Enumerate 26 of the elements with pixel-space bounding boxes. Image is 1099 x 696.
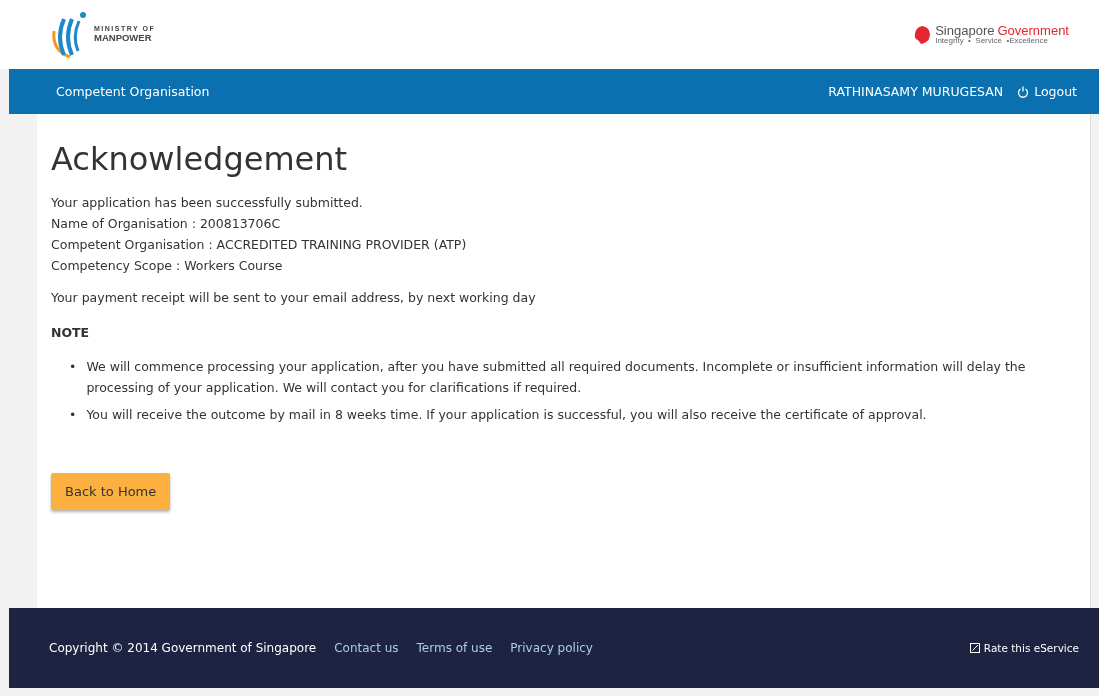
page-heading: Acknowledgement [51, 140, 349, 178]
gov-name: Singapore [935, 24, 995, 37]
gov-tagline: Integrity • Service •Excellence [935, 37, 1049, 45]
footer-link[interactable]: Contact us [334, 641, 399, 655]
user-name: RATHINASAMY MURUGESAN [828, 84, 1004, 99]
copyright-text: Copyright © 2014 Government of Singapore [49, 641, 317, 655]
note-item: You will receive the outcome by mail in 8 weeks time. If your application is successful, you will also receive the certificate of approval. [86, 406, 927, 424]
bullet: • [69, 358, 77, 376]
footer-link[interactable]: Terms of use [416, 641, 493, 655]
edit-icon [969, 643, 980, 653]
back-home-button[interactable]: Back to Home [51, 473, 171, 510]
logout-link[interactable]: Logout [1017, 84, 1077, 99]
detail-text: Competency Scope : Workers Course [51, 257, 284, 275]
logo-text: MANPOWER [94, 33, 153, 44]
app-title: Competent Organisation [56, 84, 210, 99]
detail-text: Competent Organisation : ACCREDITED TRAINING PROVIDER (ATP) [51, 236, 468, 254]
receipt-text: Your payment receipt will be sent to your email address, by next working day [51, 290, 537, 305]
bullet: • [69, 406, 77, 424]
note-heading: NOTE [51, 325, 91, 340]
rate-link[interactable]: Rate this eService [969, 642, 1079, 654]
power-icon [1017, 85, 1030, 98]
detail-text: Name of Organisation : 200813706C [51, 215, 282, 233]
footer-link[interactable]: Privacy policy [510, 641, 593, 655]
gov-name: Government [997, 24, 1069, 37]
note-item: We will commence processing your application, after you have submitted all required documents. Incomplete or insufficient information will delay the processing of your application. We will contact you for clarifications if required. [86, 358, 1027, 397]
detail-text: Your application has been successfully submitted. [51, 194, 364, 212]
